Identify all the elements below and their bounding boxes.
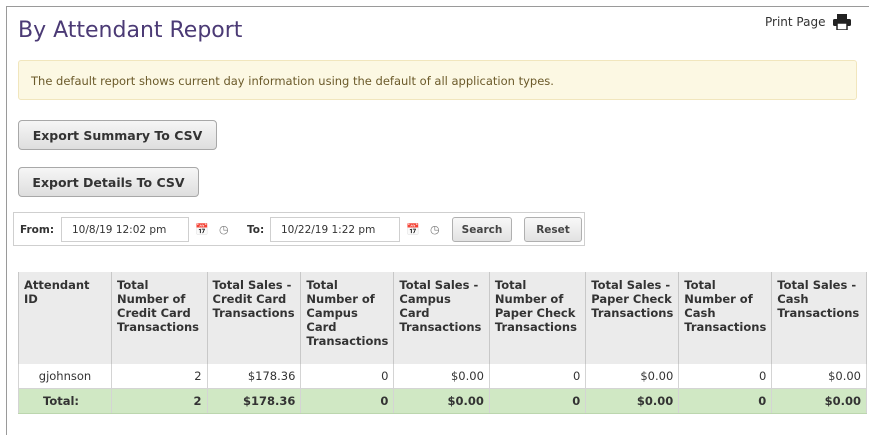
table-header-row: Attendant ID Total Number of Credit Card… (17, 272, 867, 364)
reset-button[interactable]: Reset (524, 217, 582, 242)
total-cell: 0 (300, 388, 395, 414)
total-cell: 0 (488, 388, 587, 414)
from-label: From: (20, 224, 55, 236)
attendant-id-cell: gjohnson (17, 364, 113, 389)
clock-icon[interactable]: ◷ (219, 223, 229, 236)
export-summary-button[interactable]: Export Summary To CSV (18, 120, 217, 150)
export-details-button[interactable]: Export Details To CSV (18, 167, 199, 197)
info-alert-text: The default report shows current day inf… (31, 74, 554, 88)
search-button[interactable]: Search (452, 217, 512, 242)
total-cell: $178.36 (206, 388, 302, 414)
table-row: gjohnson 2 $178.36 0 $0.00 0 $0.00 0 $0.… (17, 364, 867, 389)
total-cell: $0.00 (585, 388, 680, 414)
col-header[interactable]: Total Number of Credit Card Transactions (111, 272, 208, 364)
col-header[interactable]: Total Sales - Credit Card Transactions (206, 272, 302, 364)
table-cell: 0 (488, 364, 587, 389)
info-alert: The default report shows current day inf… (18, 60, 857, 100)
col-header[interactable]: Total Number of Campus Card Transactions (300, 272, 395, 364)
col-header[interactable]: Total Number of Paper Check Transactions (488, 272, 587, 364)
col-header[interactable]: Total Sales - Cash Transactions (771, 272, 867, 364)
table-cell: $0.00 (585, 364, 680, 389)
total-cell: $0.00 (393, 388, 490, 414)
total-cell: 0 (678, 388, 773, 414)
table-total-row: Total: 2 $178.36 0 $0.00 0 $0.00 0 $0.00 (17, 388, 867, 414)
table-cell: 2 (111, 364, 208, 389)
page-title: By Attendant Report (18, 18, 243, 43)
calendar-icon[interactable]: 📅 (195, 223, 209, 236)
to-label: To: (247, 224, 265, 236)
print-page-label: Print Page (765, 15, 826, 29)
calendar-icon[interactable]: 📅 (406, 223, 420, 236)
printer-icon (833, 14, 852, 30)
to-date-input[interactable]: 10/22/19 1:22 pm (270, 217, 400, 242)
col-header[interactable]: Total Sales - Campus Card Transactions (393, 272, 490, 364)
col-header[interactable]: Attendant ID (17, 272, 113, 364)
from-date-input[interactable]: 10/8/19 12:02 pm (61, 217, 189, 242)
table-cell: $0.00 (771, 364, 867, 389)
col-header[interactable]: Total Number of Cash Transactions (678, 272, 773, 364)
clock-icon[interactable]: ◷ (430, 223, 440, 236)
total-cell: 2 (111, 388, 208, 414)
table-cell: 0 (300, 364, 395, 389)
total-cell: $0.00 (771, 388, 867, 414)
print-page-link[interactable]: Print Page (765, 14, 852, 30)
table-cell: $178.36 (206, 364, 302, 389)
table-cell: 0 (678, 364, 773, 389)
attendant-report-table: Attendant ID Total Number of Credit Card… (17, 272, 867, 414)
table-cell: $0.00 (393, 364, 490, 389)
col-header[interactable]: Total Sales - Paper Check Transactions (585, 272, 680, 364)
date-filter-bar: From: 10/8/19 12:02 pm 📅 ◷ To: 10/22/19 … (13, 212, 585, 246)
total-label-cell: Total: (17, 388, 113, 414)
